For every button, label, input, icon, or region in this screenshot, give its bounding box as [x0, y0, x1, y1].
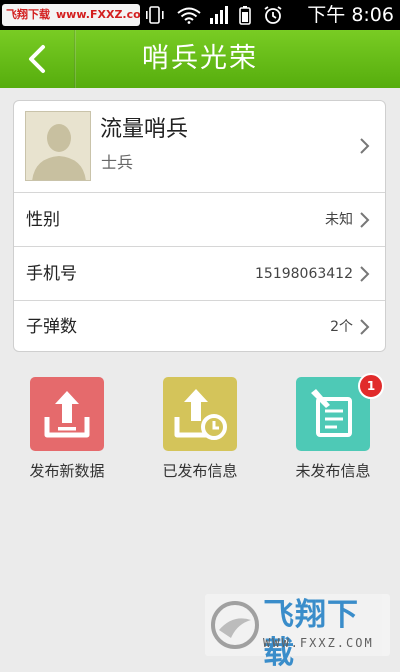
- title-bar: 哨兵光荣: [0, 30, 400, 88]
- alarm-icon: [264, 6, 282, 24]
- watermark-text: 飞翔下载: [6, 8, 50, 21]
- info-label: 性别: [26, 210, 60, 230]
- info-row-bullets[interactable]: 子弹数 2个: [14, 300, 385, 351]
- status-icons: [146, 6, 282, 25]
- avatar: [25, 111, 91, 181]
- chevron-right-icon: [360, 266, 370, 282]
- chevron-right-icon: [360, 212, 370, 228]
- info-value: 15198063412: [255, 266, 353, 282]
- action-label: 未发布信息: [295, 462, 371, 480]
- swirl-logo-icon: [211, 601, 259, 649]
- signal-icon: [210, 6, 228, 24]
- page-title: 哨兵光荣: [142, 43, 258, 74]
- avatar-placeholder-icon: [26, 112, 90, 180]
- profile-card: 流量哨兵 士兵 性别 未知 手机号 15198063412 子弹数 2个: [13, 100, 386, 352]
- info-row-phone[interactable]: 手机号 15198063412: [14, 246, 385, 300]
- info-row-gender[interactable]: 性别 未知: [14, 192, 385, 246]
- info-label: 手机号: [26, 264, 77, 284]
- wifi-icon: [177, 7, 201, 24]
- action-label: 发布新数据: [29, 462, 105, 480]
- clock-text: 下午 8:06: [307, 4, 394, 26]
- profile-rank: 士兵: [101, 153, 134, 172]
- chevron-right-icon: [360, 138, 370, 154]
- watermark-url: www.FXXZ.com: [56, 8, 140, 21]
- watermark-banner: 飞翔下载 www.FXXZ.com: [2, 4, 140, 26]
- chevron-left-icon: [29, 45, 45, 73]
- profile-name: 流量哨兵: [100, 117, 189, 142]
- watermark-logo-text: 飞翔下载: [263, 597, 359, 671]
- watermark-logo-url: WWW.FXXZ.COM: [263, 636, 374, 650]
- upload-tray-icon: [30, 377, 104, 451]
- info-value: 未知: [325, 212, 353, 228]
- action-label: 已发布信息: [162, 462, 238, 480]
- publish-new-data-button[interactable]: 发布新数据: [12, 377, 122, 487]
- info-value: 2个: [330, 319, 353, 335]
- unpublished-info-button[interactable]: 1 未发布信息: [278, 373, 388, 487]
- vibrate-icon: [146, 6, 164, 24]
- notification-badge: 1: [358, 373, 384, 399]
- chevron-right-icon: [360, 319, 370, 335]
- status-bar: 飞翔下载 www.FXXZ.com: [0, 0, 400, 30]
- published-info-button[interactable]: 已发布信息: [145, 377, 255, 487]
- back-button[interactable]: [0, 30, 74, 88]
- watermark-logo: 飞翔下载 WWW.FXXZ.COM: [205, 594, 390, 671]
- published-clock-icon: [163, 377, 237, 451]
- info-label: 子弹数: [26, 317, 77, 337]
- profile-row[interactable]: 流量哨兵 士兵: [14, 101, 385, 192]
- battery-icon: [239, 6, 251, 25]
